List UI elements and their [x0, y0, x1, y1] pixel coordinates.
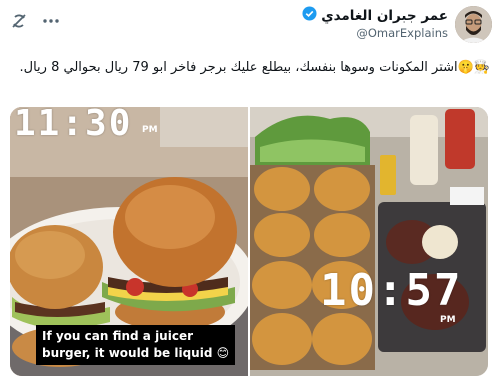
author-handle[interactable]: @OmarExplains: [302, 26, 448, 40]
clock-display-right: 10:57: [320, 265, 463, 316]
caption-line-1: If you can find a juicer: [42, 329, 194, 343]
more-options-icon[interactable]: [42, 12, 60, 30]
clock-display-left: 11:30: [14, 107, 133, 144]
author-name[interactable]: عمر جبران الغامدي: [321, 8, 448, 24]
clock-ampm-right: PM: [440, 315, 456, 325]
ingredients-photo-illustration: [250, 107, 488, 376]
author-block[interactable]: عمر جبران الغامدي @OmarExplains: [302, 6, 448, 40]
verified-badge-icon: [302, 6, 317, 25]
photo-ingredients[interactable]: 10:57 PM: [250, 107, 488, 376]
photo-burgers-plated[interactable]: 11:30 PM If you can find a juicer burger…: [10, 107, 248, 376]
caption-line-2: burger, it would be liquid 😊: [42, 346, 230, 360]
tweet-text: 🧑‍🍳🤫اشتر المكونات وسوها بنفسك، بيطلع علي…: [19, 60, 490, 75]
header-actions: [10, 12, 60, 30]
grok-icon[interactable]: [10, 12, 28, 30]
media-gallery[interactable]: 11:30 PM If you can find a juicer burger…: [10, 107, 488, 376]
clock-ampm-left: PM: [142, 125, 158, 135]
photo-caption: If you can find a juicer burger, it woul…: [36, 325, 236, 365]
avatar[interactable]: [455, 6, 492, 43]
